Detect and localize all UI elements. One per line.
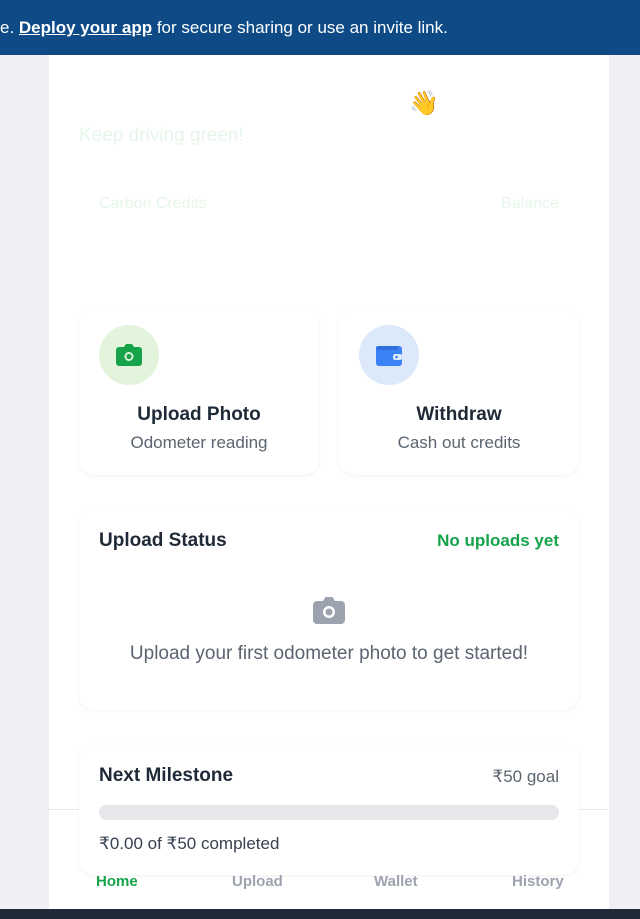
withdraw-subtitle: Cash out credits xyxy=(397,433,521,452)
top-banner: e. Deploy your app for secure sharing or… xyxy=(0,0,640,55)
banner-suffix: for secure sharing or use an invite link… xyxy=(152,18,448,37)
balance-label: Balance xyxy=(501,195,559,212)
upload-photo-subtitle: Odometer reading xyxy=(130,433,268,452)
upload-status-empty-text: Upload your first odometer photo to get … xyxy=(129,643,529,664)
next-milestone-card: Next Milestone ₹50 goal ₹0.00 of ₹50 com… xyxy=(79,745,579,875)
bottom-nav: Home Upload Wallet History xyxy=(49,867,609,897)
carbon-credits-label: Carbon Credits xyxy=(99,195,207,212)
wave-emoji: 👋 xyxy=(409,90,439,117)
deploy-app-link[interactable]: Deploy your app xyxy=(19,18,152,37)
nav-wallet[interactable]: Wallet xyxy=(374,873,418,890)
upload-photo-card[interactable]: Upload Photo Odometer reading xyxy=(79,308,319,475)
wallet-icon xyxy=(376,346,402,366)
upload-status-card: Upload Status No uploads yet Upload your… xyxy=(79,510,579,710)
upload-status-badge: No uploads yet xyxy=(437,531,559,550)
withdraw-title: Withdraw xyxy=(416,404,502,425)
nav-home[interactable]: Home xyxy=(96,873,138,890)
wallet-icon-circle xyxy=(359,325,419,385)
camera-icon-circle xyxy=(99,325,159,385)
app-screen: 👋 Keep driving green! Carbon Credits Bal… xyxy=(49,55,609,919)
milestone-title: Next Milestone xyxy=(99,765,234,786)
upload-photo-title: Upload Photo xyxy=(137,404,261,425)
camera-icon xyxy=(116,344,142,366)
bottom-strip xyxy=(0,909,640,919)
milestone-goal: ₹50 goal xyxy=(492,767,559,786)
greeting-text: Keep driving green! xyxy=(79,125,244,146)
banner-prefix: e. xyxy=(0,18,19,37)
nav-history[interactable]: History xyxy=(512,873,564,890)
withdraw-card[interactable]: Withdraw Cash out credits xyxy=(339,308,579,475)
milestone-progress-text: ₹0.00 of ₹50 completed xyxy=(99,834,280,853)
nav-upload[interactable]: Upload xyxy=(232,873,283,890)
upload-status-title: Upload Status xyxy=(99,530,227,551)
milestone-progress-bar xyxy=(99,805,559,820)
camera-icon xyxy=(313,597,345,624)
